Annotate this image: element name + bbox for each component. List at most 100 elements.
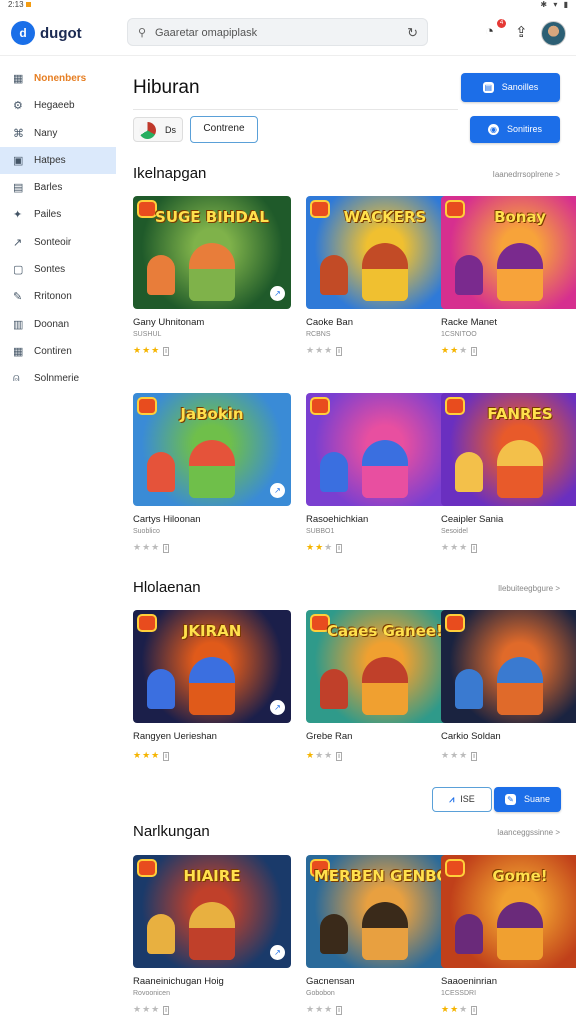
star-icon: ★	[306, 345, 316, 355]
game-thumbnail[interactable]: FANRES↗	[441, 393, 576, 506]
secondary-action-label: Sonitires	[506, 124, 542, 134]
character-figure	[189, 243, 235, 301]
game-thumbnail[interactable]: HIAIRE ↗	[133, 855, 291, 968]
game-card[interactable]: JKIRAN ↗ Rangyen Uerieshan ★★★ i	[133, 610, 291, 761]
search-input[interactable]: ⚲ Gaaretar omapiplask ↻	[127, 18, 428, 46]
game-meta: RCBNS	[306, 331, 331, 338]
game-card[interactable]: HIAIRE ↗ Raaneinichugan Hoig Rovoonicen ★★★ i	[133, 855, 291, 1015]
character-figure	[320, 255, 348, 295]
game-thumbnail[interactable]: JaBokin ↗	[133, 393, 291, 506]
game-card[interactable]: JaBokin ↗ Cartys Hiloonan Suoblico ★★★ i	[133, 393, 291, 553]
app-logo[interactable]: d	[11, 21, 35, 45]
see-all-link[interactable]: Ilebuiteegbgure >	[498, 584, 560, 593]
app-name: dugot	[40, 25, 82, 42]
star-icon: ★	[459, 345, 469, 355]
game-card[interactable]: Gome!↗Saaoeninrian1CESSDRI★★★i	[441, 855, 576, 1015]
mini-primary-button[interactable]: ✎ Suane	[494, 787, 561, 812]
notification-dot	[25, 2, 31, 7]
info-icon: i	[336, 752, 342, 761]
star-rating: ★★★ i	[306, 750, 342, 761]
star-rating: ★★★ i	[133, 1004, 169, 1015]
chip-label: Ds	[165, 125, 176, 135]
game-thumbnail[interactable]: SUGE BIHDAL ↗	[133, 196, 291, 309]
top-action-button[interactable]: ▤ Sanoilles	[461, 73, 560, 102]
game-thumbnail[interactable]: ↗	[441, 610, 576, 723]
character-figure	[189, 902, 235, 960]
game-name: Saaoeninrian	[441, 976, 497, 987]
star-rating: ★★★ i	[441, 542, 477, 553]
card-icon: ▢	[13, 264, 24, 277]
sidebar-item-label: Pailes	[34, 209, 62, 221]
star-icon: ★	[450, 542, 460, 552]
game-meta: SUSHUL	[133, 331, 162, 338]
character-figure	[455, 669, 483, 709]
character-figure	[497, 243, 543, 301]
gear-icon: ⚙	[13, 100, 23, 113]
sidebar-item[interactable]: ✦ Pailes	[0, 201, 116, 228]
sidebar-item[interactable]: ↗ Sonteoir	[0, 229, 116, 256]
see-all-link[interactable]: Iaanceggssinne >	[497, 828, 560, 837]
game-meta: SUBBO1	[306, 528, 335, 535]
section-title: Ikelnapgan	[133, 165, 207, 182]
avatar[interactable]	[541, 21, 566, 46]
star-icon: ★	[151, 542, 161, 552]
game-card[interactable]: SUGE BIHDAL ↗ Gany Uhnitonam SUSHUL ★★★ i	[133, 196, 291, 356]
info-icon: i	[471, 1006, 477, 1015]
doc-icon: ▥	[13, 318, 24, 331]
game-name: Gany Uhnitonam	[133, 317, 205, 328]
top-bar: d dugot ⚲ Gaaretar omapiplask ↻ ◔ 4 ⇪	[0, 10, 576, 56]
game-card[interactable]: ↗Carkio Soldan★★★i	[441, 610, 576, 761]
timer-icon[interactable]: ◔	[485, 23, 494, 40]
star-icon: ★	[324, 542, 334, 552]
chart-icon: ⩘	[449, 794, 455, 804]
doc-icon: ▤	[482, 82, 494, 94]
star-icon: ★	[151, 750, 161, 760]
character-figure	[455, 452, 483, 492]
game-card[interactable]: Bonay↗Racke Manet1CSNITOO★★★i	[441, 196, 576, 356]
thumbnail-title: Gome!	[492, 867, 548, 885]
sidebar-item[interactable]: ⚙ Hegaeeb	[0, 92, 116, 119]
game-thumbnail[interactable]: Bonay↗	[441, 196, 576, 309]
character-figure	[320, 669, 348, 709]
play-icon[interactable]: ↗	[270, 286, 285, 301]
see-all-link[interactable]: Iaanedrrsoplrene >	[493, 170, 560, 179]
star-rating: ★★★ i	[441, 345, 477, 356]
region-chip[interactable]: Ds	[133, 117, 183, 142]
sidebar-item[interactable]: ⌘ Nany	[0, 120, 116, 147]
flag-icon	[139, 122, 156, 139]
star-icon: ★	[450, 345, 460, 355]
game-thumbnail[interactable]: JKIRAN ↗	[133, 610, 291, 723]
star-rating: ★★★ i	[133, 345, 169, 356]
play-icon[interactable]: ↗	[270, 483, 285, 498]
sidebar-item[interactable]: ▣ Hatpes	[0, 146, 116, 175]
game-thumbnail[interactable]: Gome!↗	[441, 855, 576, 968]
sidebar-item[interactable]: ▢ Sontes	[0, 256, 116, 283]
sidebar-item[interactable]: ▥ Doonan	[0, 311, 116, 338]
sidebar-item[interactable]: ▦ Contiren	[0, 338, 116, 365]
chart-icon: ↗	[13, 236, 23, 249]
sidebar-item[interactable]: ✎ Rritonon	[0, 283, 116, 310]
play-icon[interactable]: ↗	[270, 700, 285, 715]
character-figure	[320, 452, 348, 492]
game-card[interactable]: FANRES↗Ceaipler SaniaSesoidel★★★i	[441, 393, 576, 553]
game-name: Rangyen Uerieshan	[133, 731, 217, 742]
star-icon: ★	[324, 750, 334, 760]
thumbnail-title: HIAIRE	[183, 867, 241, 885]
star-icon: ★	[306, 750, 316, 760]
star-icon: ★	[142, 345, 152, 355]
mini-outline-label: ISE	[460, 794, 475, 804]
badge-icon	[445, 614, 465, 632]
refresh-icon[interactable]: ↻	[407, 25, 418, 41]
secondary-action-button[interactable]: ◉ Sonitires	[470, 116, 560, 143]
play-icon[interactable]: ↗	[270, 945, 285, 960]
sidebar: ▦ Nonenbers ⚙ Hegaeeb ⌘ Nany ▣ Hatpes ▤ Barles ✦ Pa…	[0, 65, 116, 393]
bookmark-icon: ▤	[13, 182, 24, 195]
sidebar-item[interactable]: ▦ Nonenbers	[0, 65, 116, 92]
mini-outline-button[interactable]: ⩘ ISE	[432, 787, 492, 812]
info-icon: i	[471, 544, 477, 553]
share-icon[interactable]: ⇪	[515, 23, 528, 41]
sidebar-item[interactable]: ▤ Barles	[0, 174, 116, 201]
sidebar-item[interactable]: ⍝ Solnmerie	[0, 365, 116, 392]
outline-button[interactable]: Contrene	[190, 116, 258, 143]
thumbnail-title: SUGE BIHDAL	[155, 208, 269, 226]
